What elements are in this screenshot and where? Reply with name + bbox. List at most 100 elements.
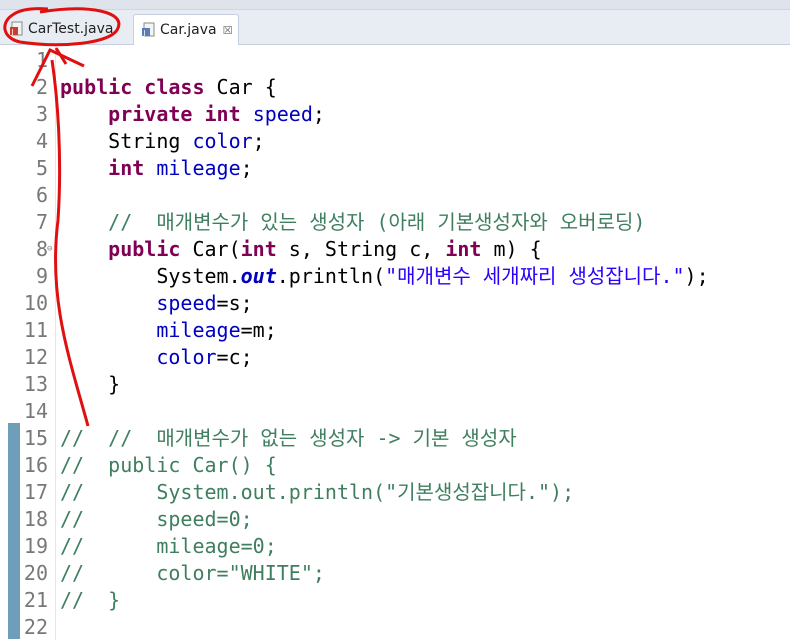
line-number: 16 xyxy=(23,453,48,477)
code-line[interactable]: mileage=m; xyxy=(60,317,276,344)
line-number: 7 xyxy=(35,210,48,234)
code-token: } xyxy=(60,372,121,396)
tab-car-java[interactable]: J Car.java ☒ xyxy=(133,14,239,45)
line-number: 10 xyxy=(23,291,48,315)
tab-label: CarTest.java xyxy=(28,21,114,37)
gutter-separator xyxy=(55,45,56,640)
code-token: mileage xyxy=(156,318,241,342)
code-token: // 매개변수가 있는 생성자 (아래 기본생성자와 오버로딩) xyxy=(108,210,646,234)
code-token: // // 매개변수가 없는 생성자 -> 기본 생성자 xyxy=(60,426,517,450)
code-token: public xyxy=(60,75,133,99)
line-number: 22 xyxy=(23,615,48,639)
code-token: class xyxy=(144,75,205,99)
code-line[interactable]: System.out.println("매개변수 세개짜리 생성잡니다."); xyxy=(60,263,709,290)
fold-collapse-icon[interactable]: ⊖ xyxy=(47,236,52,263)
code-token: Car { xyxy=(204,75,277,99)
code-line[interactable]: // color="WHITE"; xyxy=(60,560,325,587)
line-number: 13 xyxy=(23,372,48,396)
line-number: 3 xyxy=(35,102,48,126)
svg-text:J: J xyxy=(11,28,14,36)
tab-cartest-java[interactable]: J CarTest.java xyxy=(2,14,128,44)
line-number: 6 xyxy=(35,183,48,207)
code-line[interactable]: // mileage=0; xyxy=(60,533,277,560)
line-number: 19 xyxy=(23,534,48,558)
line-number: 21 xyxy=(23,588,48,612)
code-line[interactable]: // public Car() { xyxy=(60,452,277,479)
code-token: int xyxy=(108,156,145,180)
line-number: 20 xyxy=(23,561,48,585)
line-number: 15 xyxy=(23,426,48,450)
line-number: 8 xyxy=(35,237,48,261)
line-number: 12 xyxy=(23,345,48,369)
code-token: int xyxy=(240,237,277,261)
code-token: int xyxy=(204,102,241,126)
close-icon[interactable]: ☒ xyxy=(223,24,233,37)
code-line[interactable]: // } xyxy=(60,587,120,614)
java-file-icon: J xyxy=(10,21,23,36)
code-line[interactable]: // System.out.println("기본생성잡니다."); xyxy=(60,479,574,506)
toolbar-strip xyxy=(0,0,790,10)
java-file-icon: J xyxy=(142,22,155,37)
code-line[interactable]: public Car(int s, String c, int m) { xyxy=(60,236,542,263)
svg-text:J: J xyxy=(143,29,146,37)
line-number: 2 xyxy=(35,75,48,99)
code-token: color xyxy=(192,129,253,153)
code-line[interactable]: } xyxy=(60,371,120,398)
code-token: // speed=0; xyxy=(60,507,253,531)
code-token: =c; xyxy=(216,345,253,369)
code-line[interactable]: speed=s; xyxy=(60,290,252,317)
code-token: // System.out.println("기본생성잡니다."); xyxy=(60,480,575,504)
code-line[interactable]: public class Car { xyxy=(60,74,277,101)
code-token: // public Car() { xyxy=(60,453,277,477)
code-token: // mileage=0; xyxy=(60,534,277,558)
code-line[interactable]: // speed=0; xyxy=(60,506,253,533)
editor-tab-bar: J CarTest.java J Car.java ☒ xyxy=(0,0,790,45)
line-number: 5 xyxy=(35,156,48,180)
code-line[interactable]: color=c; xyxy=(60,344,253,371)
code-token: String xyxy=(60,129,193,153)
line-number: 4 xyxy=(35,129,48,153)
code-token: public xyxy=(108,237,181,261)
code-token: mileage xyxy=(156,156,241,180)
code-line[interactable]: // // 매개변수가 없는 생성자 -> 기본 생성자 xyxy=(60,425,517,452)
code-token: s, String c, xyxy=(276,237,446,261)
code-line[interactable]: // 매개변수가 있는 생성자 (아래 기본생성자와 오버로딩) xyxy=(60,209,645,236)
code-token: speed xyxy=(156,291,217,315)
code-token: Car( xyxy=(180,237,241,261)
line-number: 1 xyxy=(35,48,48,72)
code-token: color xyxy=(156,345,217,369)
code-line[interactable]: int mileage; xyxy=(60,155,253,182)
line-number: 9 xyxy=(35,264,48,288)
code-token: m) { xyxy=(481,237,542,261)
code-editor[interactable]: 1 2 public class Car {3 private int speed;… xyxy=(0,45,790,640)
code-token: int xyxy=(445,237,482,261)
tab-label: Car.java xyxy=(160,22,217,38)
code-line[interactable]: String color; xyxy=(60,128,265,155)
code-token: // } xyxy=(60,588,121,612)
code-token: // color="WHITE"; xyxy=(60,561,325,585)
line-number: 17 xyxy=(23,480,48,504)
line-number: 11 xyxy=(23,318,48,342)
code-token: ; xyxy=(312,102,325,126)
line-number: 14 xyxy=(23,399,48,423)
code-token: ; xyxy=(240,156,253,180)
code-token: ; xyxy=(252,129,265,153)
code-token: .println( xyxy=(276,264,386,288)
code-token: speed xyxy=(252,102,313,126)
line-number: 18 xyxy=(23,507,48,531)
code-token: out xyxy=(240,264,277,288)
code-token: private xyxy=(108,102,193,126)
code-line[interactable]: private int speed; xyxy=(60,101,325,128)
code-token: ); xyxy=(684,264,709,288)
